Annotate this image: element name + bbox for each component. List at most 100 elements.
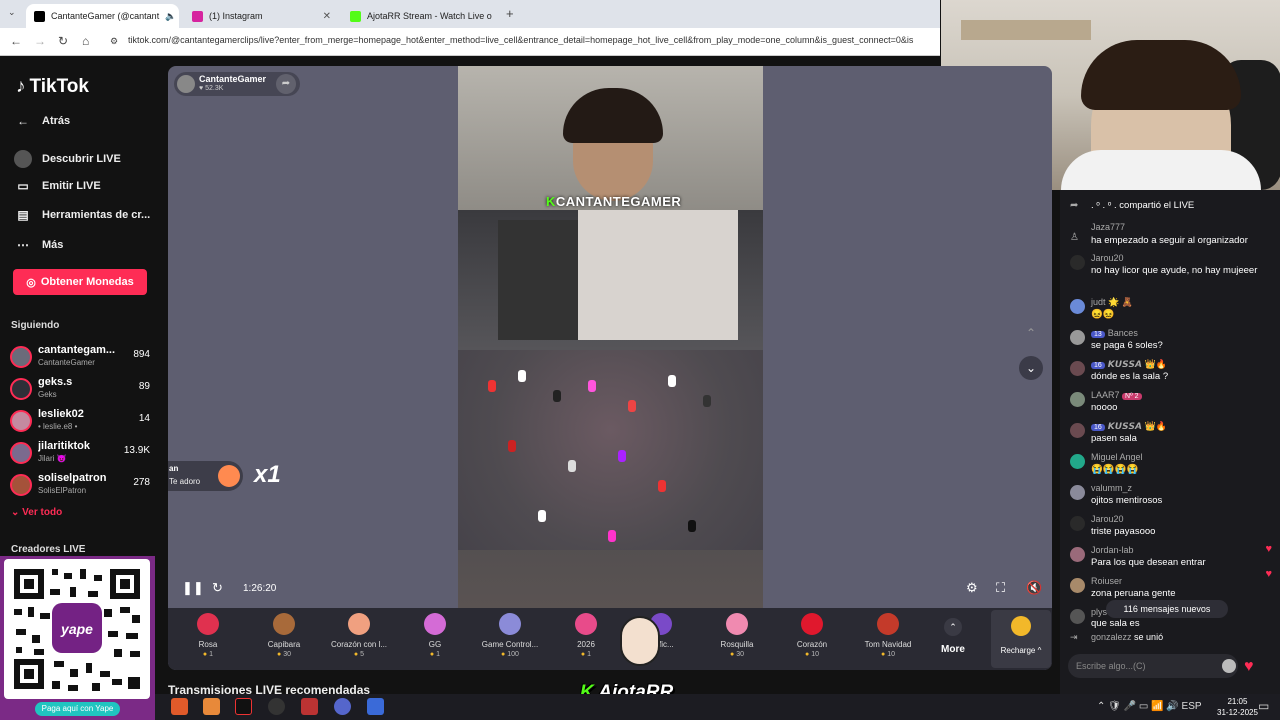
mute-icon[interactable]: 🔇 bbox=[1026, 580, 1042, 596]
chat-user[interactable]: Jaza777 bbox=[1091, 222, 1125, 232]
url-field[interactable]: tiktok.com/@cantantegamerclips/live?ente… bbox=[128, 35, 940, 45]
settings-icon[interactable]: ⚙ bbox=[966, 580, 978, 596]
see-all-link[interactable]: ⌄ Ver todo bbox=[11, 507, 62, 518]
app-icon[interactable] bbox=[203, 698, 220, 715]
chat-user[interactable]: Roiuser bbox=[1091, 576, 1122, 586]
tab-tiktok[interactable]: CantanteGamer (@cantant 🔈 ✕ bbox=[26, 4, 179, 28]
chat-user[interactable]: 𝙆𝙐𝙎𝙎𝘼 👑🔥 bbox=[1108, 359, 1167, 369]
brave-icon[interactable] bbox=[171, 698, 188, 715]
tab-instagram[interactable]: (1) Instagram ✕ bbox=[184, 4, 339, 28]
following-item[interactable]: soliselpatron SolisElPatron 278 bbox=[10, 472, 154, 500]
system-tray[interactable]: ⌃ 🛡 🎤 ▭ 📶 🔊 ESP bbox=[1097, 701, 1202, 712]
tab-kick[interactable]: AjotaRR Stream - Watch Live o ✕ bbox=[342, 4, 498, 28]
viewer-count: 13.9K bbox=[123, 445, 150, 456]
gift-corazon[interactable]: Corazón 10 bbox=[776, 613, 848, 658]
home-icon[interactable]: ⌂ bbox=[82, 34, 89, 48]
app-icon[interactable] bbox=[367, 698, 384, 715]
gift-price: 10 bbox=[852, 651, 924, 658]
back-icon[interactable]: ← bbox=[10, 34, 22, 48]
following-sub: Jilari 😈 bbox=[38, 454, 67, 463]
notifications-icon[interactable]: ▭ bbox=[1258, 699, 1269, 713]
chat-user[interactable]: valumm_z bbox=[1091, 483, 1132, 493]
following-item[interactable]: cantantegam... CantanteGamer 894 bbox=[10, 344, 154, 372]
prev-live-icon[interactable]: ⌃ bbox=[1019, 321, 1043, 345]
emoji-icon[interactable] bbox=[1222, 659, 1236, 673]
gift-name: GG bbox=[428, 640, 442, 649]
site-settings-icon[interactable]: ⚙ bbox=[110, 36, 118, 47]
chat-user[interactable]: Miguel Angel bbox=[1091, 452, 1143, 462]
chat-user[interactable]: Bances bbox=[1108, 328, 1138, 338]
gift-rosquilla[interactable]: Rosquilla 30 bbox=[701, 613, 773, 658]
chat-text: 😭😭😭😭 bbox=[1091, 464, 1139, 475]
following-sub: Geks bbox=[38, 390, 57, 399]
more-label: More bbox=[941, 644, 965, 655]
following-item[interactable]: lesliek02 • leslie.e8 • 14 bbox=[10, 408, 154, 436]
chat-message: Roiuser zona peruana gente ♥ bbox=[1068, 568, 1276, 602]
gift-price: 5 bbox=[323, 651, 395, 658]
sidebar-item-discover-live[interactable]: Descubrir LIVE bbox=[14, 150, 121, 168]
discord-icon[interactable] bbox=[334, 698, 351, 715]
gift-price: 10 bbox=[776, 651, 848, 658]
gift-heart-icon[interactable]: ♥ bbox=[1244, 658, 1254, 676]
gift-price: 100 bbox=[474, 651, 546, 658]
chat-message: valumm_z ojitos mentirosos bbox=[1068, 483, 1276, 509]
sidebar-item-creator-tools[interactable]: ▤ Herramientas de cr... bbox=[14, 208, 150, 222]
avatar bbox=[1070, 330, 1085, 345]
gift-game-controller[interactable]: Game Control... 100 bbox=[474, 613, 546, 658]
gift-gg[interactable]: GG 1 bbox=[399, 613, 471, 658]
gift-rosa[interactable]: Rosa 1 bbox=[172, 613, 244, 658]
chat-text: 😖😖 bbox=[1091, 309, 1115, 320]
new-tab-icon[interactable]: + bbox=[506, 6, 514, 21]
avatar bbox=[10, 442, 32, 464]
chat-input-box[interactable] bbox=[1068, 654, 1238, 678]
tiktok-logo[interactable]: ♪ TikTok bbox=[16, 76, 89, 98]
gift-tom-navidad[interactable]: Tom Navidad 10 bbox=[852, 613, 924, 658]
close-tab-icon[interactable]: ✕ bbox=[323, 11, 331, 22]
forward-icon[interactable]: → bbox=[34, 34, 46, 48]
get-coins-button[interactable]: ◎ Obtener Monedas bbox=[13, 269, 147, 295]
following-name: lesliek02 bbox=[38, 408, 84, 420]
webcam-shelf bbox=[961, 20, 1091, 40]
fullscreen-icon[interactable]: ⛶ bbox=[996, 580, 1005, 596]
sidebar-item-more[interactable]: ⋯ Más bbox=[14, 238, 63, 252]
tiktok-icon[interactable] bbox=[235, 698, 252, 715]
sidebar-item-go-live[interactable]: ▭ Emitir LIVE bbox=[14, 179, 100, 193]
next-live-icon[interactable]: ⌄ bbox=[1019, 356, 1043, 380]
chat-user[interactable]: Jarou20 bbox=[1091, 514, 1124, 524]
following-item[interactable]: jilaritiktok Jilari 😈 13.9K bbox=[10, 440, 154, 468]
chat-user[interactable]: 𝙆𝙐𝙎𝙎𝘼 👑🔥 bbox=[1108, 421, 1167, 431]
game-video[interactable] bbox=[458, 210, 763, 608]
reload-icon[interactable]: ↻ bbox=[58, 34, 68, 48]
chat-user[interactable]: Jordan-lab bbox=[1091, 545, 1134, 555]
obs-icon[interactable] bbox=[268, 698, 285, 715]
address-bar: ← → ↻ ⌂ ⚙ tiktok.com/@cantantegamerclips… bbox=[0, 28, 940, 56]
clock[interactable]: 21:05 31-12-2025 bbox=[1217, 696, 1258, 718]
pause-icon[interactable]: ❚❚ bbox=[182, 580, 204, 596]
share-icon[interactable]: ➦ bbox=[276, 74, 296, 94]
get-coins-label: Obtener Monedas bbox=[40, 276, 134, 288]
chat-user[interactable]: LAAR7 bbox=[1091, 390, 1120, 400]
chat-user[interactable]: plys bbox=[1091, 607, 1107, 617]
sidebar-item-back[interactable]: ← Atrás bbox=[14, 114, 70, 128]
tab-list-icon[interactable]: ⌄ bbox=[8, 7, 16, 18]
more-gifts-button[interactable]: ⌃ More bbox=[938, 618, 968, 655]
chat-user[interactable]: judt 🌟 🧸 bbox=[1091, 297, 1133, 308]
avatar bbox=[1070, 609, 1085, 624]
recharge-button[interactable]: Recharge ^ bbox=[991, 610, 1051, 668]
camera-icon: ▭ bbox=[17, 179, 29, 193]
new-messages-button[interactable]: 116 mensajes nuevos bbox=[1106, 600, 1228, 618]
gift-capibara[interactable]: Capibara 30 bbox=[248, 613, 320, 658]
game-avatar bbox=[703, 395, 711, 407]
kick-favicon-icon bbox=[350, 10, 361, 22]
gift-heart-hands[interactable]: Corazón con l... 5 bbox=[323, 613, 395, 658]
chat-input[interactable] bbox=[1076, 657, 1206, 675]
game-avatar bbox=[488, 380, 496, 392]
sidebar-item-label: Más bbox=[42, 239, 64, 251]
chat-user[interactable]: gonzalezz bbox=[1091, 632, 1132, 642]
level-badge: 13 bbox=[1091, 331, 1105, 338]
mute-icon[interactable]: 🔈 bbox=[165, 11, 176, 22]
following-item[interactable]: geks.s Geks 89 bbox=[10, 376, 154, 404]
refresh-icon[interactable]: ↻ bbox=[212, 580, 223, 596]
voicemeeter-icon[interactable] bbox=[301, 698, 318, 715]
chat-user[interactable]: Jarou20 bbox=[1091, 253, 1124, 263]
